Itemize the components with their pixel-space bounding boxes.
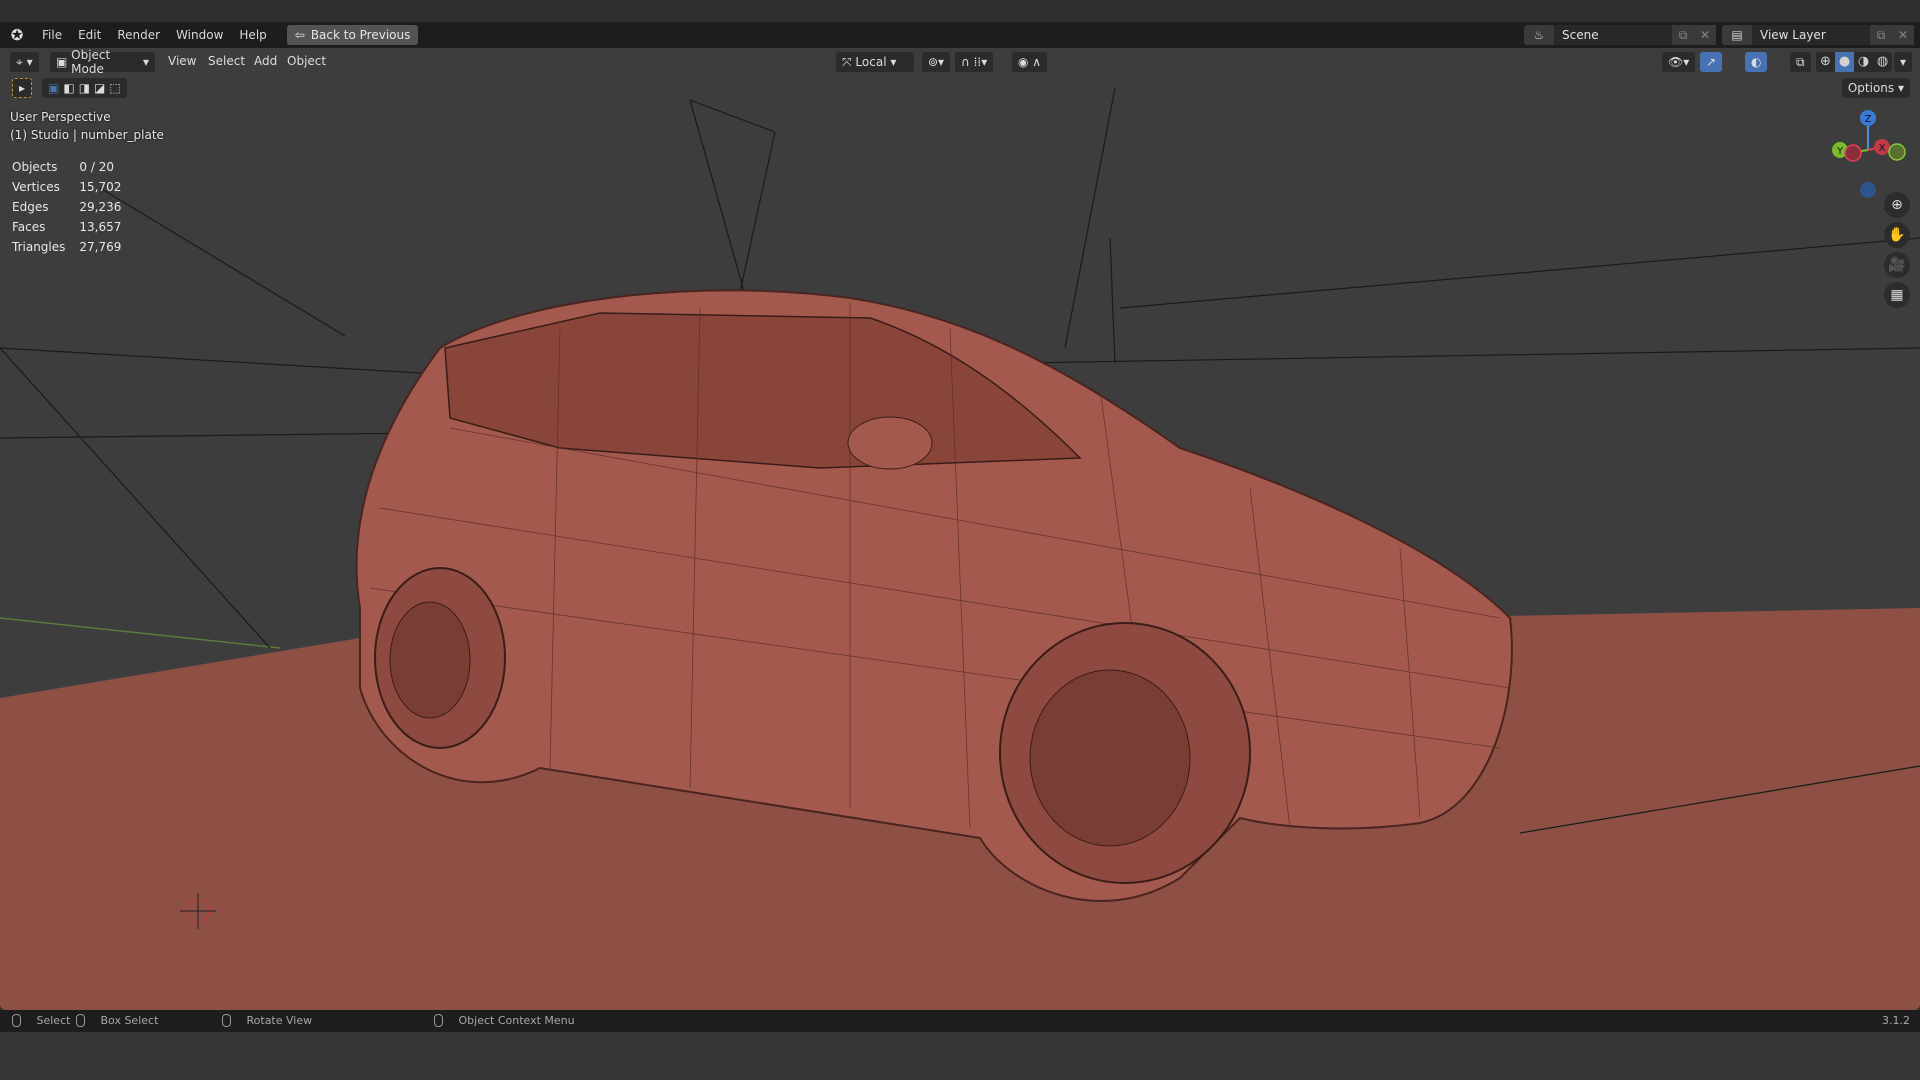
back-icon: ⇦ <box>294 28 305 42</box>
menu-window[interactable]: Window <box>168 28 231 42</box>
scene-name[interactable]: Scene <box>1554 28 1672 42</box>
stat-row: Faces 13,657 <box>12 218 133 236</box>
version-label: 3.1.2 <box>1882 1014 1910 1027</box>
select-intersect-icon[interactable]: ⬚ <box>109 81 120 95</box>
orientation-icon: ⤧ <box>842 54 856 69</box>
scene-selector[interactable]: ♨ Scene ⧉ ✕ <box>1524 25 1716 45</box>
status-box-select-label: Box Select <box>100 1014 159 1027</box>
options-dropdown[interactable]: Options ▾ <box>1841 78 1910 98</box>
status-rotate-label: Rotate View <box>246 1014 313 1027</box>
shading-options-icon[interactable]: ▾ <box>1894 52 1913 72</box>
visibility-icon[interactable]: 👁▾ <box>1662 52 1696 72</box>
menu-add[interactable]: Add <box>254 54 277 68</box>
stat-row: Objects 0 / 20 <box>12 158 133 176</box>
menu-select[interactable]: Select <box>208 54 245 68</box>
gizmo-toggle-icon[interactable]: ↗ <box>1700 52 1723 72</box>
status-select-label: Select <box>36 1014 71 1027</box>
pan-view-icon[interactable]: ✋ <box>1884 222 1910 248</box>
stat-value: 27,769 <box>79 240 122 254</box>
delete-view-layer-icon[interactable]: ✕ <box>1892 25 1914 45</box>
left-mouse-icon <box>12 1014 21 1027</box>
select-extend-icon[interactable]: ◧ <box>63 81 74 95</box>
middle-mouse-icon <box>222 1014 231 1027</box>
menu-view[interactable]: View <box>168 54 196 68</box>
blender-logo-icon[interactable]: ✪ <box>0 26 34 44</box>
stat-value: 0 / 20 <box>79 160 114 174</box>
status-box-select: Box Select <box>76 1014 158 1027</box>
solid-shading-icon[interactable]: ● <box>1835 52 1854 72</box>
scene-statistics: Objects 0 / 20 Vertices 15,702 Edges 29,236… <box>10 156 135 258</box>
material-shading-icon[interactable]: ◑ <box>1854 52 1873 72</box>
active-collection: (1) Studio | number_plate <box>10 128 164 142</box>
menu-edit[interactable]: Edit <box>70 28 109 42</box>
select-invert-icon[interactable]: ◪ <box>94 81 105 95</box>
stat-row: Triangles 27,769 <box>12 238 133 256</box>
stat-value: 13,657 <box>79 220 122 234</box>
mode-label: Object Mode <box>71 48 111 76</box>
snap-toggle-icon[interactable]: ∩ ⁞⁞▾ <box>955 52 994 72</box>
stat-value: 29,236 <box>79 200 122 214</box>
top-menubar: ✪ File Edit Render Window Help ⇦ Back to … <box>0 22 1920 48</box>
bottom-area <box>0 1032 1920 1080</box>
menu-object[interactable]: Object <box>287 54 326 68</box>
status-bar: Select Box Select Rotate View Object Con… <box>0 1010 1920 1032</box>
3d-viewport[interactable]: ⌖ ▾ ▣ Object Mode ▾ View Select Add Obje… <box>0 48 1920 1010</box>
menu-help[interactable]: Help <box>231 28 274 42</box>
mode-dropdown[interactable]: ▣ Object Mode ▾ <box>50 48 155 76</box>
status-select: Select <box>12 1014 70 1027</box>
status-context: Object Context Menu <box>434 1014 575 1027</box>
back-label: Back to Previous <box>310 28 411 42</box>
orientation-label: Local <box>855 55 887 69</box>
selection-mode-buttons[interactable]: ▣ ◧ ◨ ◪ ⬚ <box>42 78 127 98</box>
perspective-toggle-icon[interactable]: ▦ <box>1884 282 1910 308</box>
menu-file[interactable]: File <box>34 28 70 42</box>
rendered-shading-icon[interactable]: ◍ <box>1873 52 1892 72</box>
editor-type-icon[interactable]: ⌖ ▾ <box>10 52 39 72</box>
select-subtract-icon[interactable]: ◨ <box>79 81 90 95</box>
back-to-previous-button[interactable]: ⇦ Back to Previous <box>286 25 419 45</box>
viewport-header: ⌖ ▾ ▣ Object Mode ▾ View Select Add Obje… <box>0 48 1920 76</box>
pivot-point-icon[interactable]: ⊚▾ <box>922 52 951 72</box>
select-tool-icon[interactable]: ▸ <box>12 78 33 98</box>
view-layer-selector[interactable]: ▤ View Layer ⧉ ✕ <box>1722 25 1914 45</box>
status-context-label: Object Context Menu <box>458 1014 575 1027</box>
gizmo-x-label: X <box>1879 143 1886 154</box>
stat-label: Faces <box>12 220 46 234</box>
view-layer-name[interactable]: View Layer <box>1752 28 1870 42</box>
gizmo-z-label: Z <box>1865 114 1872 125</box>
stat-label: Objects <box>12 160 58 174</box>
stat-label: Triangles <box>12 240 66 254</box>
new-scene-icon[interactable]: ⧉ <box>1672 25 1694 45</box>
status-rotate: Rotate View <box>222 1014 312 1027</box>
navigation-gizmo[interactable]: Z Y X <box>1830 108 1910 198</box>
shading-buttons: ⊕ ● ◑ ◍ <box>1816 52 1892 72</box>
xray-toggle-icon[interactable]: ⧉ <box>1790 52 1811 72</box>
transform-orientation-dropdown[interactable]: ⤧ Local ▾ <box>836 52 914 72</box>
zoom-view-icon[interactable]: ⊕ <box>1884 192 1910 218</box>
camera-view-icon[interactable]: 🎥 <box>1884 252 1910 278</box>
view-layer-icon: ▤ <box>1722 25 1752 45</box>
wireframe-shading-icon[interactable]: ⊕ <box>1816 52 1835 72</box>
window-top-strip <box>0 0 1920 22</box>
stat-label: Edges <box>12 200 49 214</box>
object-mode-icon: ▣ <box>56 55 72 69</box>
drag-mouse-icon <box>76 1014 85 1027</box>
menu-render[interactable]: Render <box>109 28 168 42</box>
gizmo-y-label: Y <box>1836 146 1844 157</box>
select-new-icon[interactable]: ▣ <box>48 81 59 95</box>
stat-row: Edges 29,236 <box>12 198 133 216</box>
new-view-layer-icon[interactable]: ⧉ <box>1870 25 1892 45</box>
options-label: Options <box>1847 81 1895 95</box>
scene-render <box>0 87 1920 1010</box>
delete-scene-icon[interactable]: ✕ <box>1694 25 1716 45</box>
stat-label: Vertices <box>12 180 60 194</box>
stat-row: Vertices 15,702 <box>12 178 133 196</box>
scene-icon: ♨ <box>1524 25 1554 45</box>
proportional-edit-icon[interactable]: ◉ ∧ <box>1012 52 1048 72</box>
right-mouse-icon <box>434 1014 443 1027</box>
stat-value: 15,702 <box>79 180 122 194</box>
y-axis-line <box>0 617 281 649</box>
view-name: User Perspective <box>10 110 111 124</box>
overlay-toggle-icon[interactable]: ◐ <box>1745 52 1768 72</box>
